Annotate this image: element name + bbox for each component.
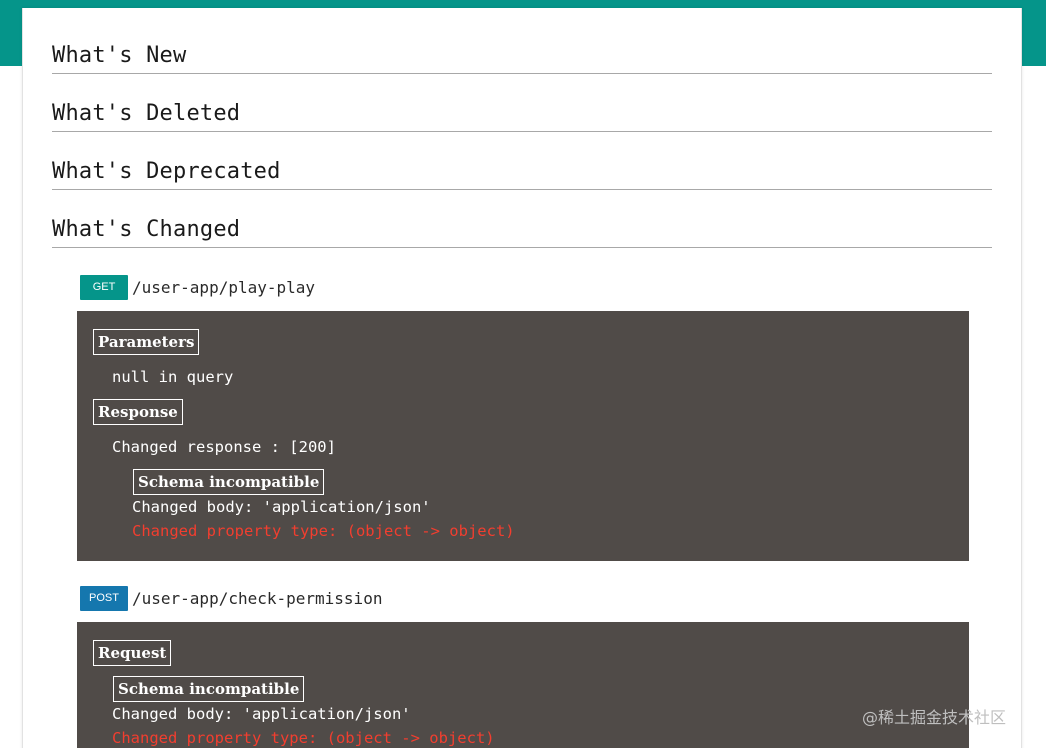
request-label: Request xyxy=(93,640,172,666)
response-text: Changed response : [200] xyxy=(112,438,336,456)
parameters-text: null in query xyxy=(112,368,234,386)
section-whats-deleted: What's Deleted xyxy=(52,96,992,132)
watermark: @稀土掘金技术社区 xyxy=(862,708,1007,727)
changed-property-text: Changed property type: (object -> object… xyxy=(132,522,515,540)
endpoint-post-check-permission[interactable]: POST /user-app/check-permission xyxy=(80,585,382,611)
endpoint-details-panel: Parameters null in query Response Change… xyxy=(77,311,969,561)
changed-body-text: Changed body: 'application/json' xyxy=(132,498,431,516)
response-label: Response xyxy=(93,399,183,425)
section-whats-changed: What's Changed xyxy=(52,212,992,248)
endpoint-path[interactable]: /user-app/check-permission xyxy=(132,589,382,608)
schema-incompatible-label: Schema incompatible xyxy=(133,469,325,495)
method-badge-post: POST xyxy=(80,585,128,611)
endpoint-details-panel: Request Schema incompatible Changed body… xyxy=(77,622,969,748)
section-whats-new: What's New xyxy=(52,38,992,74)
changed-property-text: Changed property type: (object -> object… xyxy=(112,729,495,747)
section-whats-deprecated: What's Deprecated xyxy=(52,154,992,190)
endpoint-get-play-play[interactable]: GET /user-app/play-play xyxy=(80,274,315,300)
changed-body-text: Changed body: 'application/json' xyxy=(112,705,411,723)
parameters-label: Parameters xyxy=(93,329,200,355)
endpoint-path[interactable]: /user-app/play-play xyxy=(132,278,315,297)
method-badge-get: GET xyxy=(80,274,128,300)
schema-incompatible-label: Schema incompatible xyxy=(113,676,305,702)
changelog-card: What's New What's Deleted What's Depreca… xyxy=(22,8,1022,748)
